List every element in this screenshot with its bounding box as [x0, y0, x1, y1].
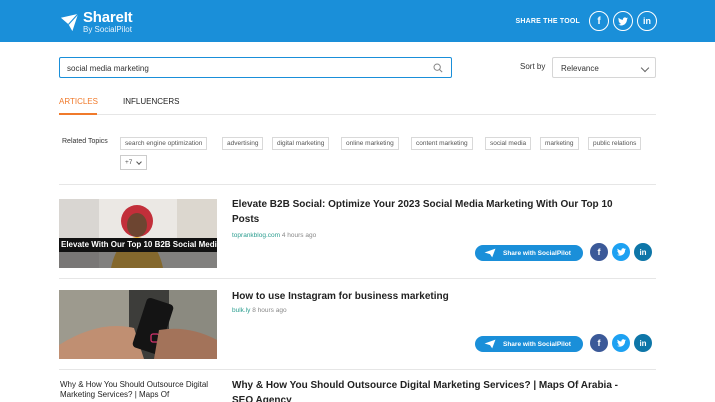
twitter-icon[interactable]: [613, 11, 633, 31]
share-button-label: Share with SocialPilot: [503, 340, 571, 348]
related-topics-label: Related Topics: [62, 138, 108, 145]
article-divider: [59, 278, 656, 279]
share-button-label: Share with SocialPilot: [503, 249, 571, 257]
sort-selected-value: Relevance: [561, 64, 599, 73]
logo-title: ShareIt: [83, 9, 133, 26]
facebook-share-icon[interactable]: f: [590, 334, 608, 352]
logo-subtitle: By SocialPilot: [83, 25, 132, 34]
share-with-socialpilot-button[interactable]: Share with SocialPilot: [475, 245, 583, 261]
article-meta: bulk.ly 8 hours ago: [232, 307, 287, 314]
shareit-logo[interactable]: ShareIt By SocialPilot: [59, 9, 133, 34]
tab-articles[interactable]: ARTICLES: [59, 97, 98, 106]
article-thumbnail[interactable]: Why & How You Should Outsource Digital M…: [59, 380, 217, 402]
topic-chip[interactable]: social media: [485, 137, 532, 150]
tab-influencers[interactable]: INFLUENCERS: [123, 97, 179, 106]
topic-chip[interactable]: search engine optimization: [120, 137, 208, 150]
facebook-share-icon[interactable]: f: [590, 243, 608, 261]
share-tool-label: SHARE THE TOOL: [515, 17, 580, 25]
facebook-icon[interactable]: f: [589, 11, 609, 31]
sort-by-label: Sort by: [520, 62, 546, 71]
paper-plane-icon: [484, 248, 496, 258]
more-topics-count: +7: [125, 159, 133, 166]
topic-chip[interactable]: digital marketing: [272, 137, 330, 150]
topic-chip[interactable]: content marketing: [411, 137, 473, 150]
thumbnail-caption: Elevate With Our Top 10 B2B Social Media…: [61, 240, 217, 249]
tabs-divider: [59, 114, 656, 115]
search-box: [59, 57, 452, 78]
article-time: 8 hours ago: [252, 307, 287, 314]
article-source[interactable]: bulk.ly: [232, 307, 250, 314]
active-tab-indicator: [59, 113, 97, 115]
article-source[interactable]: toprankblog.com: [232, 232, 280, 239]
search-icon[interactable]: [433, 63, 443, 73]
article-title[interactable]: Why & How You Should Outsource Digital M…: [232, 378, 622, 402]
article-title[interactable]: How to use Instagram for business market…: [232, 289, 622, 304]
chevron-down-icon: [640, 63, 650, 73]
article-time: 4 hours ago: [281, 232, 317, 239]
search-input[interactable]: [60, 59, 420, 78]
topic-chip[interactable]: online marketing: [341, 137, 399, 150]
more-topics-dropdown[interactable]: +7: [120, 155, 147, 170]
linkedin-share-icon[interactable]: in: [634, 243, 652, 261]
article-thumbnail[interactable]: Elevate With Our Top 10 B2B Social Media…: [59, 199, 217, 268]
article-image: [59, 199, 217, 268]
thumbnail-alt-text: Why & How You Should Outsource Digital M…: [60, 380, 209, 399]
article-image: [59, 290, 217, 359]
paper-plane-logo-icon: [60, 13, 79, 31]
twitter-share-icon[interactable]: [612, 243, 630, 261]
paper-plane-icon: [484, 339, 496, 349]
twitter-share-icon[interactable]: [612, 334, 630, 352]
chevron-down-icon: [136, 159, 142, 165]
topic-chip[interactable]: marketing: [540, 137, 579, 150]
related-divider: [59, 184, 656, 185]
article-meta: toprankblog.com 4 hours ago: [232, 232, 316, 239]
sort-select[interactable]: Relevance: [552, 57, 656, 78]
share-the-tool: SHARE THE TOOL f in: [515, 11, 657, 31]
topic-chip[interactable]: public relations: [588, 137, 642, 150]
linkedin-share-icon[interactable]: in: [634, 334, 652, 352]
share-with-socialpilot-button[interactable]: Share with SocialPilot: [475, 336, 583, 352]
linkedin-icon[interactable]: in: [637, 11, 657, 31]
article-thumbnail[interactable]: [59, 290, 217, 359]
article-divider: [59, 369, 656, 370]
topic-chip[interactable]: advertising: [222, 137, 264, 150]
article-title[interactable]: Elevate B2B Social: Optimize Your 2023 S…: [232, 197, 622, 227]
top-header-bar: ShareIt By SocialPilot SHARE THE TOOL f …: [0, 0, 715, 42]
